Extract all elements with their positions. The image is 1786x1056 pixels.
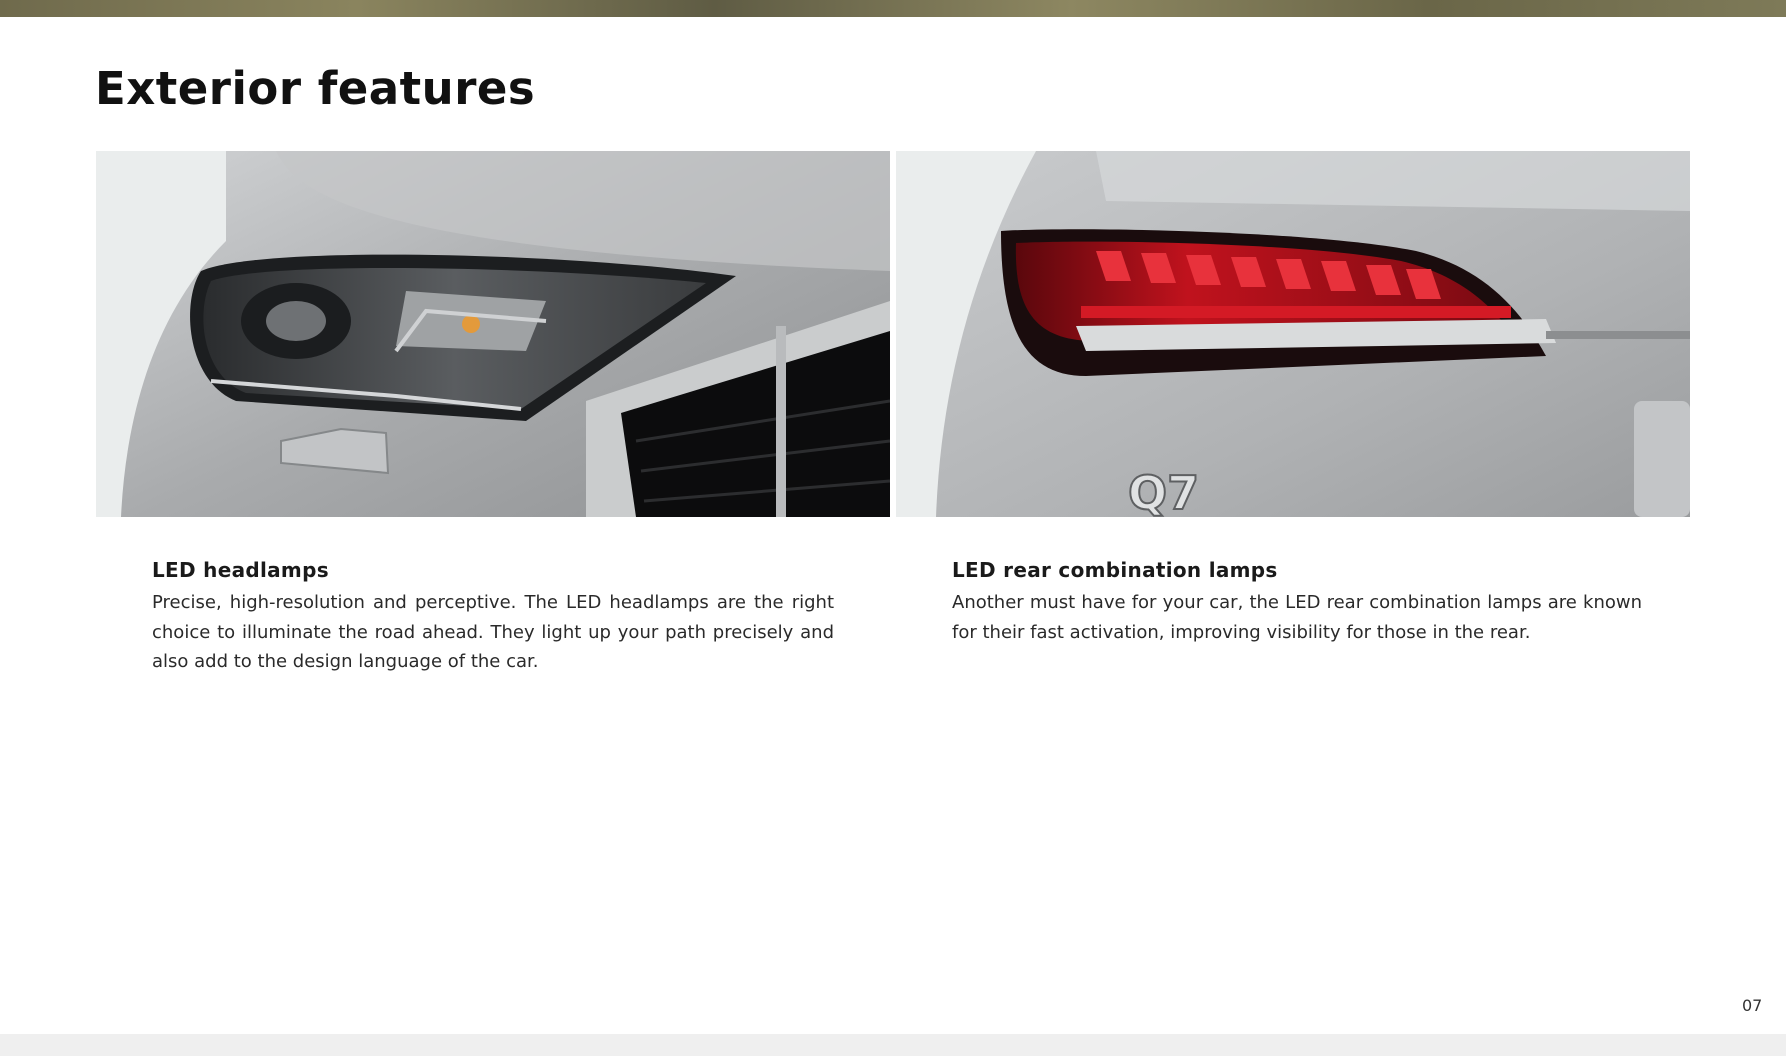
page-number: 07 <box>1742 996 1763 1015</box>
page-title: Exterior features <box>95 62 536 115</box>
top-banner-strip <box>0 0 1786 17</box>
feature-heading: LED rear combination lamps <box>952 558 1278 582</box>
bottom-bar <box>0 1034 1786 1056</box>
feature-led-headlamps: LED headlamps Precise, high-resolution a… <box>152 558 834 677</box>
feature-description: Precise, high-resolution and perceptive.… <box>152 592 834 672</box>
feature-description: Another must have for your car, the LED … <box>952 592 1642 643</box>
feature-heading: LED headlamps <box>152 558 329 582</box>
q7-badge: Q7 <box>1128 466 1199 517</box>
headlamp-photo <box>96 151 890 517</box>
taillamp-photo: Q7 <box>896 151 1690 517</box>
feature-led-rear-lamps: LED rear combination lamps Another must … <box>952 558 1642 647</box>
